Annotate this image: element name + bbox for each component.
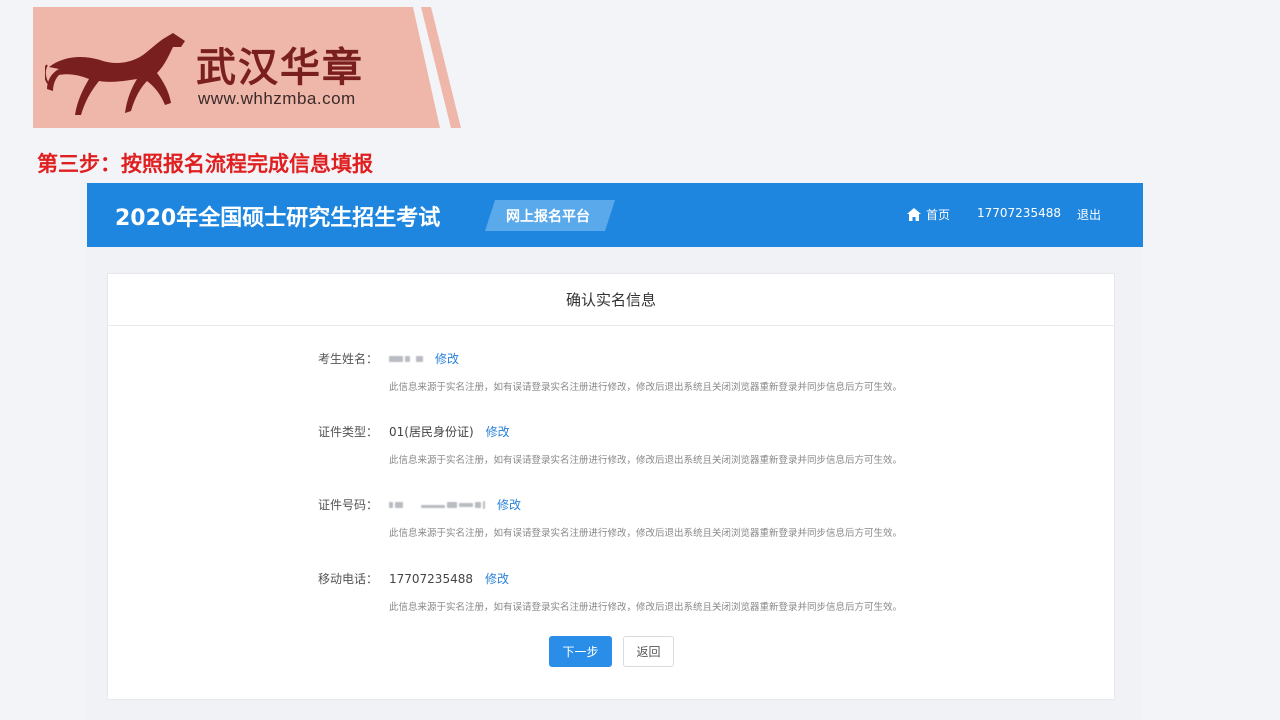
exam-title: 2020年全国硕士研究生招生考试: [115, 206, 441, 231]
card-title: 确认实名信息: [108, 274, 1114, 326]
horse-logo-icon: [45, 33, 185, 115]
field-mobile-label: 移动电话：: [317, 572, 378, 586]
home-icon: [907, 208, 921, 221]
nav-home-label: 首页: [926, 208, 951, 222]
field-id-type-value: 01(居民身份证) 修改: [389, 423, 510, 440]
confirm-info-card: 确认实名信息 考生姓名： 修改 此信息来源于实名注册，如有误请登录实名注册进行修…: [107, 273, 1115, 700]
edit-id-number-link[interactable]: 修改: [497, 496, 521, 513]
field-id-number-hint: 此信息来源于实名注册，如有误请登录实名注册进行修改，修改后退出系统且关闭浏览器重…: [389, 528, 903, 539]
registration-app: 2020年全国硕士研究生招生考试 网上报名平台 首页 17707235488 退…: [87, 183, 1143, 720]
field-id-type-label: 证件类型：: [317, 425, 378, 439]
nav-home[interactable]: 首页: [907, 206, 950, 223]
next-step-button[interactable]: 下一步: [549, 636, 612, 667]
field-mobile-hint: 此信息来源于实名注册，如有误请登录实名注册进行修改，修改后退出系统且关闭浏览器重…: [389, 602, 903, 613]
platform-tag: 网上报名平台: [485, 200, 617, 231]
redacted-id-number: [389, 500, 485, 509]
id-type-text: 01(居民身份证): [389, 425, 474, 439]
field-name-label: 考生姓名：: [317, 352, 378, 366]
edit-id-type-link[interactable]: 修改: [486, 423, 510, 440]
field-id-number-label: 证件号码：: [317, 498, 378, 512]
logo-name: 武汉华章: [196, 45, 364, 91]
logo-url: www.whhzmba.com: [198, 89, 356, 108]
edit-mobile-link[interactable]: 修改: [485, 570, 509, 587]
back-button[interactable]: 返回: [623, 636, 674, 667]
field-id-type-hint: 此信息来源于实名注册，如有误请登录实名注册进行修改，修改后退出系统且关闭浏览器重…: [389, 455, 903, 466]
step-title: 第三步：按照报名流程完成信息填报: [37, 152, 373, 176]
platform-tag-label: 网上报名平台: [506, 209, 590, 225]
user-phone: 17707235488: [977, 206, 1061, 220]
edit-name-link[interactable]: 修改: [435, 350, 459, 367]
logout-link[interactable]: 退出: [1077, 206, 1101, 223]
mobile-text: 17707235488: [389, 571, 473, 586]
field-mobile-value: 17707235488 修改: [389, 570, 509, 587]
logo-banner: 武汉华章 www.whhzmba.com: [33, 7, 463, 128]
field-id-number-value: 修改: [389, 496, 521, 513]
field-name-value: 修改: [389, 350, 459, 367]
top-navbar: 2020年全国硕士研究生招生考试 网上报名平台 首页 17707235488 退…: [87, 183, 1143, 247]
field-name-hint: 此信息来源于实名注册，如有误请登录实名注册进行修改，修改后退出系统且关闭浏览器重…: [389, 382, 903, 393]
redacted-name: [389, 355, 423, 362]
